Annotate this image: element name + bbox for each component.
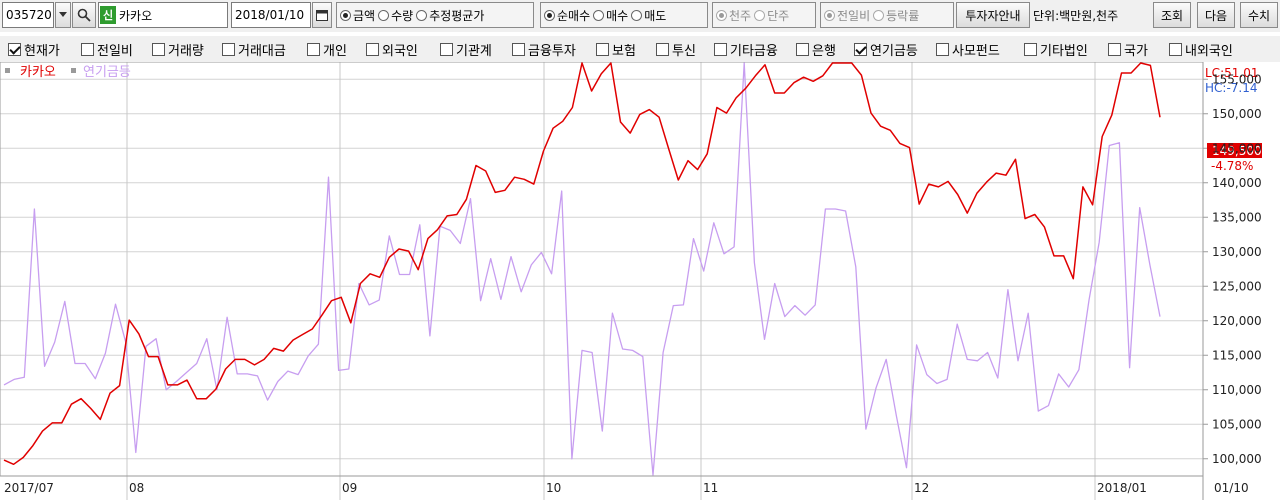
compare-radio-group: 전일비 등락률 [820, 2, 954, 28]
search-button[interactable] [72, 2, 96, 28]
radio-quantity[interactable]: 수량 [378, 7, 413, 24]
stock-code-value: 035720 [6, 8, 52, 22]
checkbox-private-fund[interactable]: 사모펀드 [936, 39, 1000, 59]
x-tick-label: 12 [914, 481, 929, 495]
checkbox-financial-invest[interactable]: 금융투자 [512, 39, 576, 59]
toolbar: 035720 신 카카오 2018/01/10 금액 수량 추정평균가 순매수 … [0, 0, 1280, 32]
legend-pension: 연기금등 [83, 65, 131, 80]
checkbox-bank[interactable]: 은행 [796, 39, 836, 59]
radio-prev-day[interactable]: 전일비 [824, 7, 870, 24]
bottom-right-date: 01/10 [1214, 481, 1249, 495]
y-tick-label: 140,000 [1212, 176, 1262, 190]
checkbox-volume[interactable]: 거래량 [152, 39, 204, 59]
checkbox-institution[interactable]: 기관계 [440, 39, 492, 59]
unit-label: 단위:백만원,천주 [1033, 8, 1119, 23]
checkbox-trade-value[interactable]: 거래대금 [222, 39, 286, 59]
x-tick-label: 11 [703, 481, 718, 495]
y-tick-label: 100,000 [1212, 452, 1262, 466]
checkbox-nation[interactable]: 국가 [1108, 39, 1148, 59]
investor-guide-button[interactable]: 투자자안내 [956, 2, 1030, 28]
current-price-change: -4.78% [1211, 159, 1253, 173]
series-checkbox-row: 현재가 전일비 거래량 거래대금 개인 외국인 기관계 금융투자 보험 투신 기… [0, 36, 1280, 62]
amount-radio-group: 금액 수량 추정평균가 [336, 2, 534, 28]
y-tick-label: 110,000 [1212, 383, 1262, 397]
price-chart[interactable]: 카카오 연기금등 LC:51.01 HC:-7.14 149,500 -4.78… [0, 61, 1280, 500]
y-tick-label: 150,000 [1212, 107, 1262, 121]
checkbox-current-price[interactable]: 현재가 [8, 39, 60, 59]
checkbox-foreign[interactable]: 외국인 [366, 39, 418, 59]
date-input[interactable]: 2018/01/10 [231, 2, 311, 28]
x-tick-label: 2017/07 [4, 481, 54, 495]
radio-single-shares[interactable]: 단주 [754, 7, 789, 24]
radio-change-rate[interactable]: 등락률 [873, 7, 919, 24]
radio-amount[interactable]: 금액 [340, 7, 375, 24]
shin-badge: 신 [100, 6, 116, 24]
values-button[interactable]: 수치 [1240, 2, 1278, 28]
radio-net-buy[interactable]: 순매수 [544, 7, 590, 24]
checkbox-pension[interactable]: 연기금등 [854, 39, 918, 59]
radio-buy[interactable]: 매수 [593, 7, 628, 24]
y-tick-label: 145,000 [1212, 141, 1262, 155]
query-button[interactable]: 조회 [1153, 2, 1191, 28]
y-tick-label: 130,000 [1212, 245, 1262, 259]
y-tick-label: 125,000 [1212, 279, 1262, 293]
next-button[interactable]: 다음 [1197, 2, 1235, 28]
checkbox-other-corp[interactable]: 기타법인 [1024, 39, 1088, 59]
x-tick-label: 10 [546, 481, 561, 495]
stock-code-input[interactable]: 035720 [2, 2, 54, 28]
radio-avg-price[interactable]: 추정평균가 [416, 7, 484, 24]
y-tick-label: 155,000 [1212, 72, 1262, 86]
chart-area[interactable]: 카카오 연기금등 LC:51.01 HC:-7.14 149,500 -4.78… [0, 61, 1280, 500]
checkbox-other-finance[interactable]: 기타금융 [714, 39, 778, 59]
checkbox-domestic-foreign[interactable]: 내외국인 [1169, 39, 1233, 59]
y-tick-label: 135,000 [1212, 210, 1262, 224]
y-tick-label: 120,000 [1212, 314, 1262, 328]
calendar-button[interactable] [312, 2, 332, 28]
legend-price: 카카오 [20, 65, 56, 80]
x-tick-label: 2018/01 [1097, 481, 1147, 495]
chevron-down-icon [59, 12, 67, 17]
checkbox-individual[interactable]: 개인 [307, 39, 347, 59]
radio-thousand-shares[interactable]: 천주 [716, 7, 751, 24]
unit-radio-group: 천주 단주 [712, 2, 816, 28]
checkbox-insurance[interactable]: 보험 [596, 39, 636, 59]
x-tick-label: 08 [129, 481, 144, 495]
radio-sell[interactable]: 매도 [631, 7, 666, 24]
trade-radio-group: 순매수 매수 매도 [540, 2, 708, 28]
stock-name-value: 카카오 [119, 8, 153, 23]
y-tick-label: 115,000 [1212, 348, 1262, 362]
x-tick-label: 09 [342, 481, 357, 495]
y-tick-label: 105,000 [1212, 417, 1262, 431]
checkbox-prev-day[interactable]: 전일비 [81, 39, 133, 59]
search-icon [77, 8, 91, 22]
stock-name-field[interactable]: 신 카카오 [98, 2, 228, 28]
code-dropdown-button[interactable] [55, 2, 71, 28]
calendar-icon [316, 10, 328, 21]
checkbox-trust[interactable]: 투신 [656, 39, 696, 59]
date-value: 2018/01/10 [235, 8, 305, 22]
